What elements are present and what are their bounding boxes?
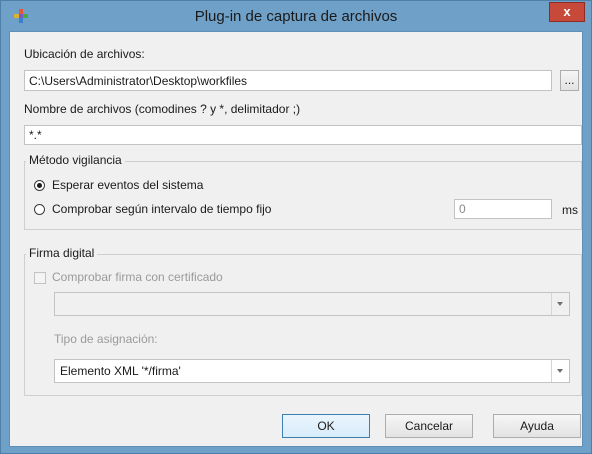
signature-legend: Firma digital xyxy=(26,246,98,260)
radio-events-label[interactable]: Esperar eventos del sistema xyxy=(52,178,203,192)
location-input[interactable] xyxy=(24,70,552,91)
browse-button-label: ... xyxy=(564,73,575,87)
monitoring-group xyxy=(24,161,582,230)
ok-button[interactable]: OK xyxy=(282,414,370,438)
assignment-label: Tipo de asignación: xyxy=(54,332,158,346)
browse-button[interactable]: ... xyxy=(560,70,579,91)
signature-checkbox-label[interactable]: Comprobar firma con certificado xyxy=(52,270,223,284)
help-button[interactable]: Ayuda xyxy=(493,414,581,438)
cancel-button[interactable]: Cancelar xyxy=(385,414,473,438)
location-label: Ubicación de archivos: xyxy=(24,47,145,61)
certificate-dropdown[interactable] xyxy=(54,292,570,316)
close-button[interactable]: x xyxy=(549,2,585,22)
dialog-body: Ubicación de archivos: ... Nombre de arc… xyxy=(9,31,583,447)
close-icon: x xyxy=(563,4,571,19)
chevron-down-icon xyxy=(557,302,563,306)
signature-checkbox[interactable] xyxy=(34,272,46,284)
assignment-dropdown-value: Elemento XML '*/firma' xyxy=(60,364,181,378)
dialog-window: Plug-in de captura de archivos x Ubicaci… xyxy=(0,0,592,454)
radio-interval[interactable] xyxy=(34,204,45,215)
monitoring-legend: Método vigilancia xyxy=(26,153,125,167)
chevron-down-icon xyxy=(557,369,563,373)
interval-input[interactable] xyxy=(454,199,552,219)
filenames-label: Nombre de archivos (comodines ? y *, del… xyxy=(24,102,301,116)
interval-unit: ms xyxy=(562,203,578,217)
window-title: Plug-in de captura de archivos xyxy=(194,8,398,25)
radio-interval-label[interactable]: Comprobar según intervalo de tiempo fijo xyxy=(52,202,271,216)
assignment-dropdown[interactable]: Elemento XML '*/firma' xyxy=(54,359,570,383)
title-bar[interactable]: Plug-in de captura de archivos x xyxy=(1,1,591,31)
filenames-input[interactable] xyxy=(24,125,582,145)
radio-events[interactable] xyxy=(34,180,45,191)
